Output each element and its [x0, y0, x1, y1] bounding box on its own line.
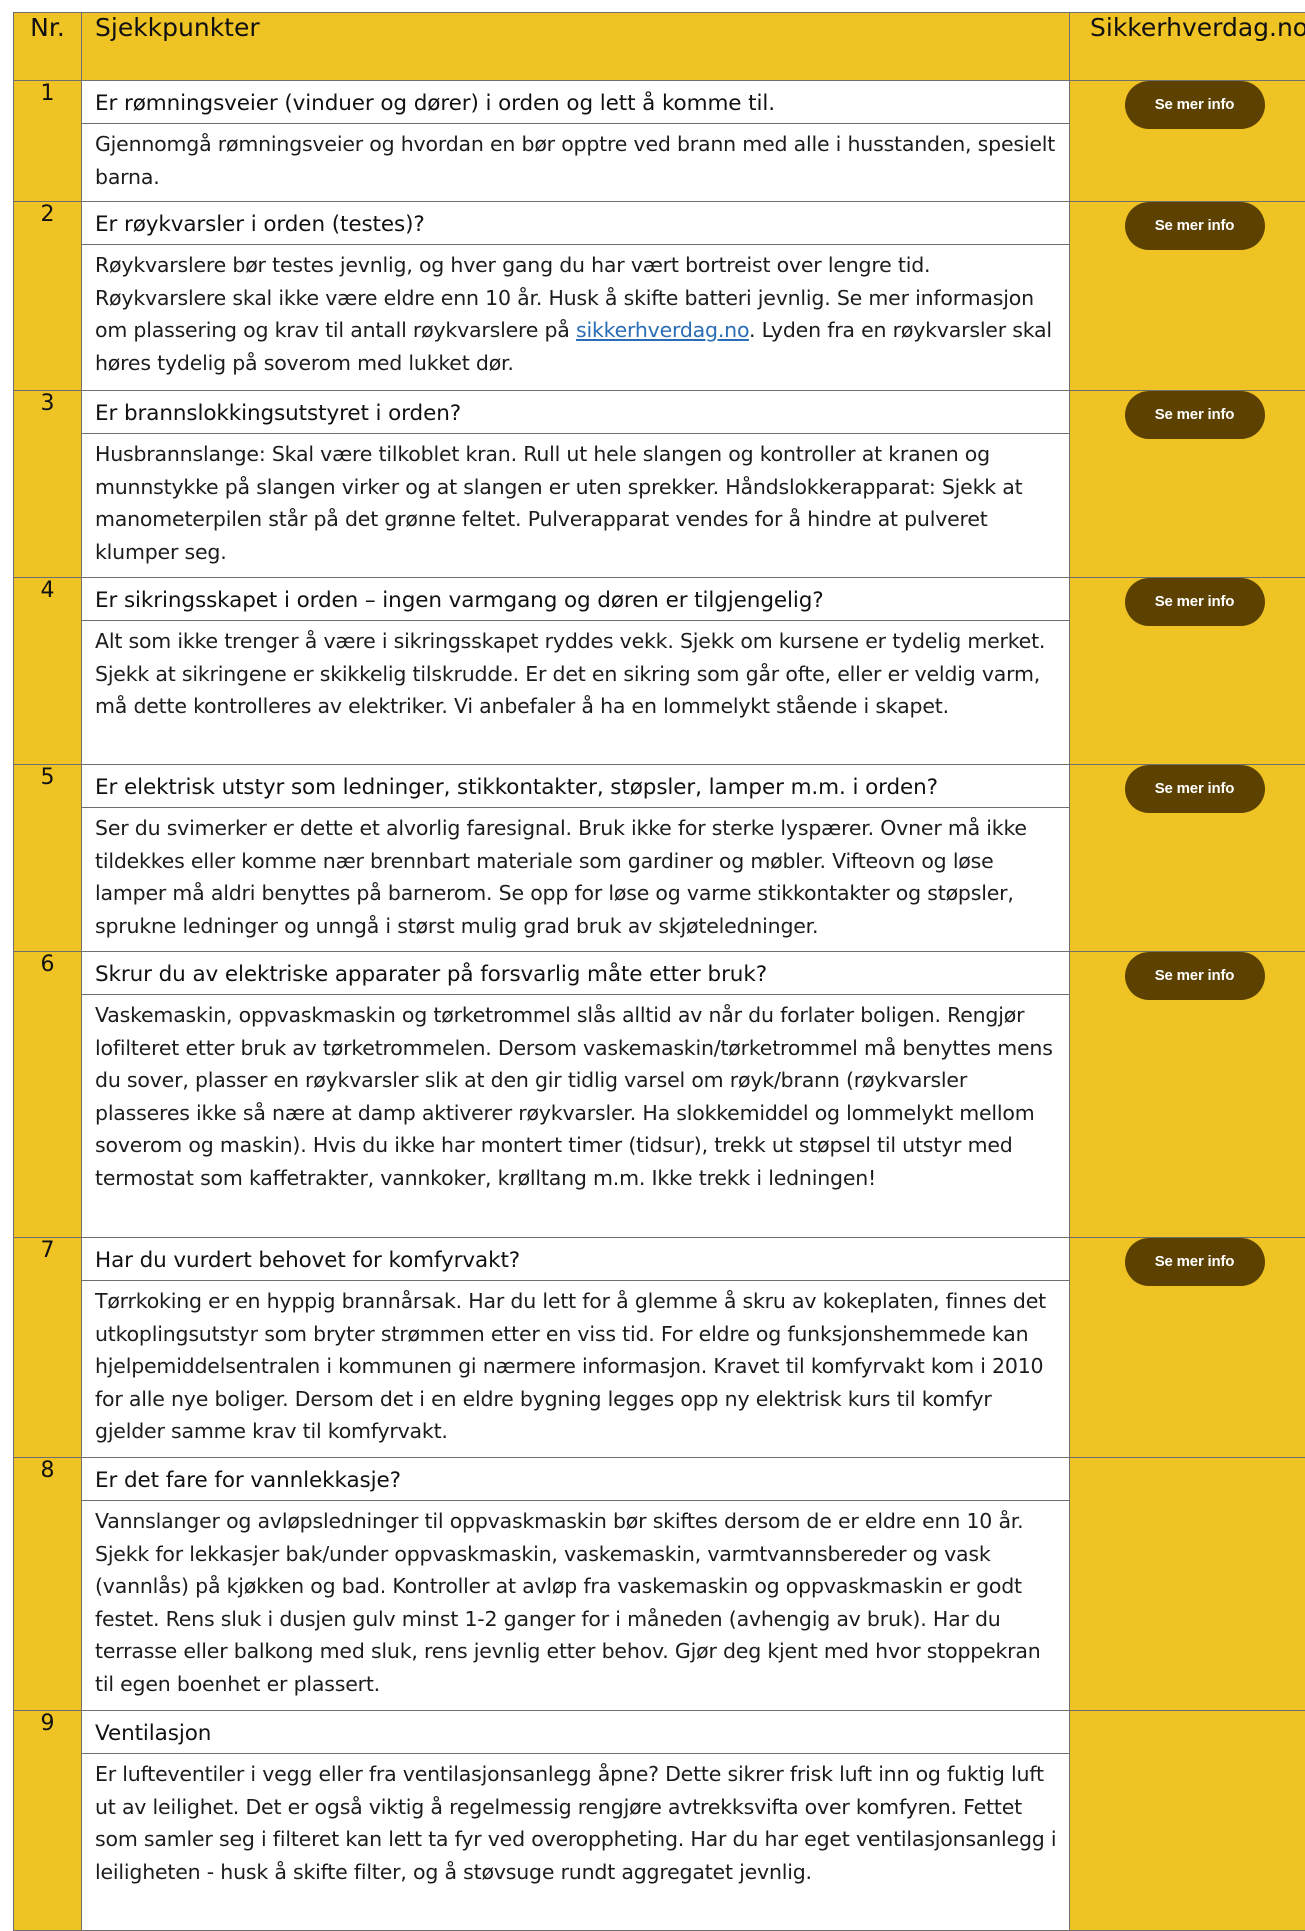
item-number: 9	[14, 1711, 82, 1931]
item-number: 5	[14, 765, 82, 952]
item-content: Er sikringsskapet i orden – ingen varmga…	[82, 578, 1070, 765]
item-link-cell: Se mer info	[1070, 391, 1305, 578]
item-link-cell: Se mer info	[1070, 81, 1305, 202]
checklist-row: 7 Har du vurdert behovet for komfyrvakt?…	[14, 1238, 1305, 1458]
item-content: Er elektrisk utstyr som ledninger, stikk…	[82, 765, 1070, 952]
item-title: Er brannslokkingsutstyret i orden?	[82, 391, 1069, 434]
see-more-info-button[interactable]: Se mer info	[1125, 952, 1265, 1000]
item-content: Er rømningsveier (vinduer og dører) i or…	[82, 81, 1070, 202]
see-more-info-button[interactable]: Se mer info	[1125, 202, 1265, 250]
item-link-cell: Se mer info	[1070, 202, 1305, 391]
header-nr: Nr.	[14, 13, 82, 81]
item-description: Vaskemaskin, oppvaskmaskin og tørketromm…	[82, 995, 1069, 1202]
item-description: Ser du svimerker er dette et alvorlig fa…	[82, 808, 1069, 950]
item-number: 4	[14, 578, 82, 765]
item-description: Røykvarslere bør testes jevnlig, og hver…	[82, 245, 1069, 387]
item-description: Alt som ikke trenger å være i sikringssk…	[82, 621, 1069, 731]
header-site: Sikkerhverdag.no	[1070, 13, 1305, 81]
checklist-row: 6 Skrur du av elektriske apparater på fo…	[14, 952, 1305, 1238]
item-link-cell: Se mer info	[1070, 1238, 1305, 1458]
see-more-info-button[interactable]: Se mer info	[1125, 1238, 1265, 1286]
item-link-cell	[1070, 1458, 1305, 1711]
item-title: Er sikringsskapet i orden – ingen varmga…	[82, 578, 1069, 621]
checklist-row: 9 Ventilasjon Er lufteventiler i vegg el…	[14, 1711, 1305, 1931]
item-content: Ventilasjon Er lufteventiler i vegg elle…	[82, 1711, 1070, 1931]
see-more-info-button[interactable]: Se mer info	[1125, 391, 1265, 439]
item-title: Skrur du av elektriske apparater på fors…	[82, 952, 1069, 995]
see-more-info-button[interactable]: Se mer info	[1125, 578, 1265, 626]
item-description: Vannslanger og avløpsledninger til oppva…	[82, 1501, 1069, 1708]
item-description: Tørrkoking er en hyppig brannårsak. Har …	[82, 1281, 1069, 1456]
checklist-row: 5 Er elektrisk utstyr som ledninger, sti…	[14, 765, 1305, 952]
item-description: Husbrannslange: Skal være tilkoblet kran…	[82, 434, 1069, 576]
item-content: Er brannslokkingsutstyret i orden? Husbr…	[82, 391, 1070, 578]
item-title: Ventilasjon	[82, 1711, 1069, 1754]
item-number: 8	[14, 1458, 82, 1711]
item-description: Gjennomgå rømningsveier og hvordan en bø…	[82, 124, 1069, 201]
item-content: Skrur du av elektriske apparater på fors…	[82, 952, 1070, 1238]
item-content: Er røykvarsler i orden (testes)? Røykvar…	[82, 202, 1070, 391]
item-number: 7	[14, 1238, 82, 1458]
item-title: Er røykvarsler i orden (testes)?	[82, 202, 1069, 245]
header-row: Nr. Sjekkpunkter Sikkerhverdag.no	[14, 13, 1305, 81]
item-number: 2	[14, 202, 82, 391]
item-content: Har du vurdert behovet for komfyrvakt? T…	[82, 1238, 1070, 1458]
item-title: Er rømningsveier (vinduer og dører) i or…	[82, 81, 1069, 124]
item-title: Har du vurdert behovet for komfyrvakt?	[82, 1238, 1069, 1281]
item-number: 6	[14, 952, 82, 1238]
checklist-row: 4 Er sikringsskapet i orden – ingen varm…	[14, 578, 1305, 765]
checklist-row: 3 Er brannslokkingsutstyret i orden? Hus…	[14, 391, 1305, 578]
see-more-info-button[interactable]: Se mer info	[1125, 765, 1265, 813]
item-link-cell: Se mer info	[1070, 952, 1305, 1238]
item-link-cell	[1070, 1711, 1305, 1931]
item-link-cell: Se mer info	[1070, 765, 1305, 952]
checklist-row: 8 Er det fare for vannlekkasje? Vannslan…	[14, 1458, 1305, 1711]
item-title: Er det fare for vannlekkasje?	[82, 1458, 1069, 1501]
item-description: Er lufteventiler i vegg eller fra ventil…	[82, 1754, 1069, 1896]
item-link-cell: Se mer info	[1070, 578, 1305, 765]
item-number: 1	[14, 81, 82, 202]
item-title: Er elektrisk utstyr som ledninger, stikk…	[82, 765, 1069, 808]
checklist-row: 1 Er rømningsveier (vinduer og dører) i …	[14, 81, 1305, 202]
item-number: 3	[14, 391, 82, 578]
header-checkpoints: Sjekkpunkter	[82, 13, 1070, 81]
item-content: Er det fare for vannlekkasje? Vannslange…	[82, 1458, 1070, 1711]
see-more-info-button[interactable]: Se mer info	[1125, 81, 1265, 129]
checklist-row: 2 Er røykvarsler i orden (testes)? Røykv…	[14, 202, 1305, 391]
checklist-table: Nr. Sjekkpunkter Sikkerhverdag.no 1 Er r…	[13, 12, 1305, 1931]
sikkerhverdag-link[interactable]: sikkerhverdag.no	[576, 318, 749, 342]
